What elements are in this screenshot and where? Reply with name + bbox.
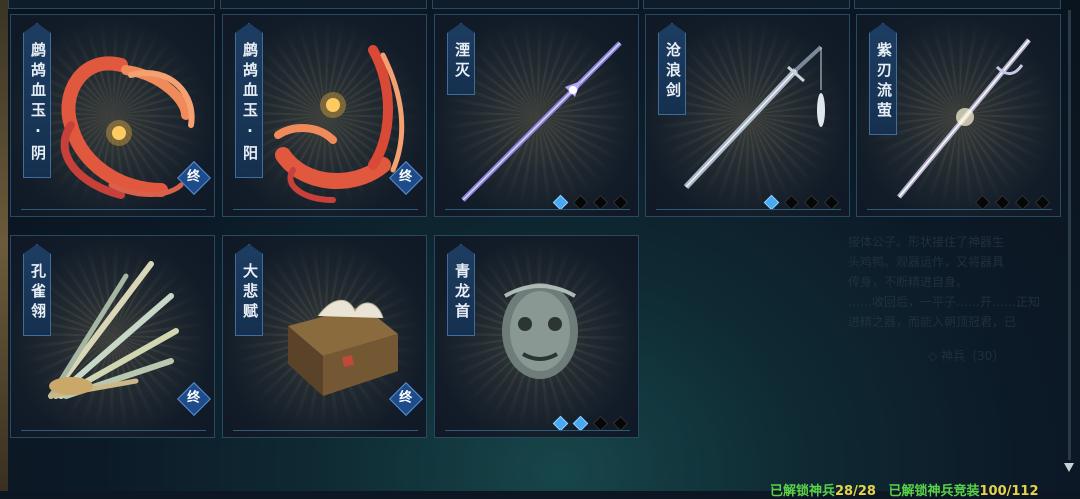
weapon-name: 青龙首 (453, 263, 471, 323)
gem-filled-icon (763, 194, 780, 211)
gem-filled-icon (552, 194, 569, 211)
description-line: 接体公子。形状接住了神器生 (848, 235, 1005, 249)
weapon-card-zhegu-yang[interactable]: 鹧鸪血玉·阳 终 (222, 14, 427, 217)
scroll-track[interactable] (1068, 10, 1071, 460)
enhance-gems (974, 194, 1051, 211)
gem-empty-icon (1034, 194, 1051, 211)
scroll-down-arrow-icon[interactable] (1064, 463, 1074, 472)
gem-empty-icon (612, 194, 629, 211)
gem-filled-icon (572, 415, 589, 432)
weapon-name: 湮灭 (453, 42, 471, 82)
weapon-name: 紫刃流萤 (875, 42, 893, 122)
gem-empty-icon (994, 194, 1011, 211)
weapon-name-banner: 紫刃流萤 (869, 23, 897, 135)
weapon-name-banner: 沧浪剑 (658, 23, 686, 115)
enhance-gems (552, 194, 629, 211)
gem-empty-icon (783, 194, 800, 211)
weapon-name: 鹧鸪血玉·阴 (29, 42, 47, 165)
unlock-summary: 已解锁神兵28/28 已解锁神兵竞装100/112 (770, 480, 1039, 499)
weapon-name: 孔雀翎 (29, 263, 47, 323)
weapon-card-yanmie[interactable]: 湮灭 (434, 14, 639, 217)
scrollbar[interactable] (1064, 10, 1074, 472)
weapon-card-canglang[interactable]: 沧浪剑 (645, 14, 850, 217)
unlocked-weapons-label: 已解锁神兵 (770, 484, 836, 499)
description-line: ……收回后，一平子……开……正知 (848, 295, 1041, 309)
weapon-card-kongquelin[interactable]: 孔雀翎 终 (10, 235, 215, 438)
gem-empty-icon (592, 194, 609, 211)
left-frame-edge (0, 0, 8, 491)
enhance-gems (552, 415, 629, 432)
weapon-name-banner: 青龙首 (447, 244, 475, 336)
gem-empty-icon (803, 194, 820, 211)
weapon-card-qinglongshou[interactable]: 青龙首 (434, 235, 639, 438)
description-line: 头鸡鸭。观器运作，又将器具 (848, 255, 1005, 269)
weapon-name-banner: 孔雀翎 (23, 244, 51, 336)
gem-empty-icon (572, 194, 589, 211)
previous-row-card[interactable] (432, 0, 639, 9)
previous-row-card[interactable] (643, 0, 850, 9)
gem-empty-icon (823, 194, 840, 211)
weapon-name-banner: 湮灭 (447, 23, 475, 95)
weapon-name: 沧浪剑 (664, 42, 682, 102)
unlocked-weapons-count: 28/28 (835, 484, 876, 499)
weapon-name-banner: 鹧鸪血玉·阳 (235, 23, 263, 178)
gem-filled-icon (552, 415, 569, 432)
description-line: 传身，不断精进自身。 (848, 275, 969, 289)
gem-empty-icon (1014, 194, 1031, 211)
description-footnote: ◇ 神兵（30） (928, 349, 1005, 363)
enhance-gems (763, 194, 840, 211)
weapon-description: 接体公子。形状接住了神器生 头鸡鸭。观器运作，又将器具 传身，不断精进自身。 …… (848, 232, 1063, 366)
weapon-name-banner: 大悲赋 (235, 244, 263, 336)
unlocked-appearance-label: 已解锁神兵竞装 (888, 484, 980, 499)
weapon-card-zhegu-yin[interactable]: 鹧鸪血玉·阴 终 (10, 14, 215, 217)
weapon-name: 大悲赋 (241, 263, 259, 323)
unlocked-appearance-count: 100/112 (979, 484, 1039, 499)
previous-row-card[interactable] (8, 0, 215, 9)
previous-row-card[interactable] (854, 0, 1061, 9)
weapon-name: 鹧鸪血玉·阳 (241, 42, 259, 165)
gem-empty-icon (974, 194, 991, 211)
description-line: 进精之器，而能入朝顶冠君，已 (848, 315, 1017, 329)
gem-empty-icon (592, 415, 609, 432)
weapon-card-dabeifu[interactable]: 大悲赋 终 (222, 235, 427, 438)
weapon-name-banner: 鹧鸪血玉·阴 (23, 23, 51, 178)
previous-row-card[interactable] (220, 0, 427, 9)
weapon-card-zirenliuying[interactable]: 紫刃流萤 (856, 14, 1061, 217)
gem-empty-icon (612, 415, 629, 432)
